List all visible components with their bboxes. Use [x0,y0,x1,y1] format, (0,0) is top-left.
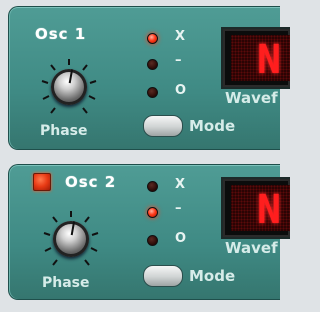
osc2-phase-knob[interactable] [39,207,103,271]
osc2-phase-label: Phase [42,275,90,291]
osc2-phase-o-label: O [175,231,187,246]
osc1-panel: Osc 1 Phase X – O Mode N Wavef [8,6,290,150]
osc2-phase-minus-led[interactable] [147,207,158,218]
osc2-mode-button[interactable] [143,265,183,287]
osc1-mode-button[interactable] [143,115,183,137]
osc1-phase-minus-label: – [175,53,182,68]
display-screen: N [231,185,290,233]
osc2-phase-o-led[interactable] [147,235,158,246]
knob-cap [53,221,89,257]
osc2-mode-label: Mode [189,267,236,285]
osc1-mode-label: Mode [189,117,236,135]
osc1-phase-o-label: O [175,83,187,98]
osc2-waveform-display[interactable]: N [221,177,290,239]
osc2-title: Osc 2 [65,173,117,191]
osc2-phase-minus-label: – [175,201,182,216]
osc2-waveform-value: N [257,187,282,233]
osc2-phase-x-label: X [175,177,186,192]
osc1-phase-x-label: X [175,29,186,44]
osc2-phase-x-led[interactable] [147,181,158,192]
osc1-phase-label: Phase [40,123,88,139]
synth-oscillator-section: Osc 1 Phase X – O Mode N Wavef Osc 2 Pha… [0,0,290,312]
osc1-title: Osc 1 [35,25,87,43]
osc1-phase-x-led[interactable] [147,33,158,44]
osc1-phase-o-led[interactable] [147,87,158,98]
osc1-waveform-value: N [257,37,282,83]
osc2-waveform-label: Wavef [225,239,278,257]
display-screen: N [231,35,290,83]
osc2-enable-button[interactable] [33,173,51,191]
osc1-phase-knob[interactable] [37,55,101,119]
osc1-phase-minus-led[interactable] [147,59,158,70]
osc1-waveform-label: Wavef [225,89,278,107]
osc2-panel: Osc 2 Phase X – O Mode N Wavef [8,164,290,300]
knob-cap [51,69,87,105]
osc1-waveform-display[interactable]: N [221,27,290,89]
